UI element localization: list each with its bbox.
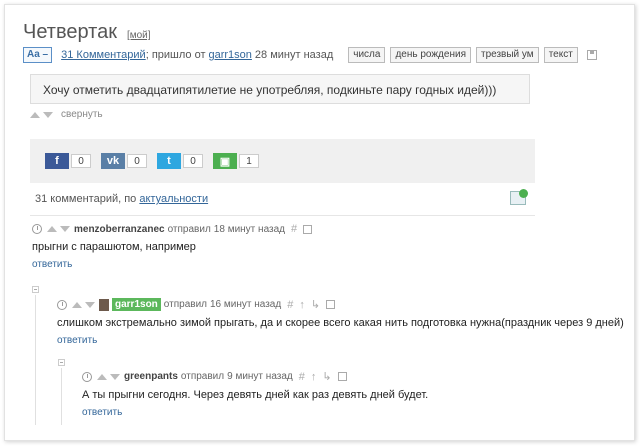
comment-time: 16 минут назад: [210, 299, 282, 310]
comments-count: 31 комментарий, по: [35, 193, 137, 205]
share-facebook[interactable]: f 0: [45, 153, 91, 169]
comment: greenpants отправил 9 минут назад # ↑ ↳ …: [82, 370, 428, 418]
check-icon: [519, 189, 528, 198]
tag[interactable]: числа: [348, 47, 386, 63]
thread-line: [61, 368, 62, 425]
font-size-button[interactable]: Aa –: [23, 47, 53, 63]
thread-line: [35, 295, 36, 425]
comment-action: отправил: [167, 223, 211, 235]
save-icon[interactable]: [586, 50, 597, 60]
page-frame: Четвертак [мой] Aa – 31 Комментарий ; пр…: [4, 4, 635, 441]
upvote-icon[interactable]: [97, 373, 107, 380]
reply-link[interactable]: ответить: [57, 335, 624, 346]
thread-link-icon[interactable]: ↳: [311, 298, 320, 311]
twitter-icon[interactable]: t: [157, 153, 181, 169]
share-save[interactable]: ▣ 1: [213, 153, 259, 169]
downvote-icon[interactable]: [110, 373, 120, 380]
upvote-icon[interactable]: [47, 226, 57, 232]
comment-body: прыгни с парашютом, например: [32, 241, 196, 253]
meta-sent-from: ; пришло от: [145, 49, 206, 61]
comment-time: 9 минут назад: [227, 371, 293, 382]
avatar[interactable]: [99, 298, 109, 311]
save-icon[interactable]: ▣: [213, 153, 237, 169]
post-time: 28 минут назад: [254, 49, 334, 61]
downvote-icon[interactable]: [85, 301, 95, 308]
comment-action: отправил: [163, 299, 207, 310]
comment: garr1son отправил 16 минут назад # ↑ ↳ с…: [57, 298, 624, 346]
thread-link-icon[interactable]: ↳: [322, 370, 331, 383]
comment-header: garr1son отправил 16 минут назад # ↑ ↳: [57, 298, 624, 311]
tag[interactable]: трезвый ум: [475, 47, 539, 63]
share-count: 0: [183, 154, 203, 168]
post-title: Четвертак: [23, 21, 117, 43]
save-icon[interactable]: [326, 300, 336, 309]
comment-body: слишком экстремально зимой прыгать, да и…: [57, 317, 624, 329]
share-count: 0: [127, 154, 147, 168]
mine-filter-link[interactable]: [мой]: [127, 30, 151, 41]
save-icon[interactable]: [337, 372, 347, 381]
divider: [30, 215, 535, 216]
share-vk[interactable]: vk 0: [101, 153, 147, 169]
comments-header: 31 комментарий, по актуальности: [35, 193, 208, 205]
comment-author[interactable]: menzoberranzanec: [74, 224, 165, 235]
comment: menzoberranzanec отправил 18 минут назад…: [32, 223, 313, 270]
sort-link[interactable]: актуальности: [139, 193, 208, 205]
comment-time: 18 минут назад: [213, 223, 285, 235]
reply-link[interactable]: ответить: [82, 407, 428, 418]
downvote-icon[interactable]: [60, 226, 70, 232]
post-vote-row: свернуть: [30, 109, 103, 120]
permalink-icon[interactable]: #: [287, 299, 293, 311]
permalink-icon[interactable]: #: [291, 223, 297, 235]
upvote-icon[interactable]: [30, 111, 40, 118]
parent-link-icon[interactable]: ↑: [311, 371, 317, 383]
permalink-icon[interactable]: #: [299, 371, 305, 383]
share-twitter[interactable]: t 0: [157, 153, 203, 169]
upvote-icon[interactable]: [72, 301, 82, 308]
share-bar: f 0 vk 0 t 0 ▣ 1: [30, 139, 535, 183]
save-icon[interactable]: [303, 224, 313, 234]
reply-link[interactable]: ответить: [32, 259, 312, 270]
post-author-link[interactable]: garr1son: [209, 49, 252, 61]
collapse-thread-icon[interactable]: [58, 359, 65, 366]
comment-body: А ты прыгни сегодня. Через девять дней к…: [82, 389, 429, 401]
comment-author[interactable]: greenpants: [124, 371, 178, 382]
facebook-icon[interactable]: f: [45, 153, 69, 169]
downvote-icon[interactable]: [43, 111, 53, 118]
clock-icon: [32, 224, 42, 234]
tag[interactable]: текст: [543, 47, 578, 63]
tag-list: числа день рождения трезвый ум текст: [348, 47, 578, 63]
clock-icon: [57, 299, 67, 310]
comment-header: greenpants отправил 9 минут назад # ↑ ↳: [82, 370, 428, 383]
comment-action: отправил: [180, 371, 225, 382]
collapse-thread-icon[interactable]: [32, 286, 39, 293]
post-body: Хочу отметить двадцатипятилетие не употр…: [30, 74, 530, 104]
tag[interactable]: день рождения: [390, 47, 471, 63]
share-count: 1: [239, 154, 259, 168]
comments-count-link[interactable]: 31 Комментарий: [61, 49, 146, 61]
post-title-row: Четвертак [мой]: [23, 21, 151, 44]
collapse-link[interactable]: свернуть: [61, 109, 103, 120]
vk-icon[interactable]: vk: [101, 153, 125, 169]
comment-author[interactable]: garr1son: [112, 298, 161, 311]
comment-header: menzoberranzanec отправил 18 минут назад…: [32, 223, 313, 235]
share-count: 0: [71, 154, 91, 168]
post-meta: Aa – 31 Комментарий ; пришло от garr1son…: [23, 47, 597, 63]
parent-link-icon[interactable]: ↑: [299, 299, 305, 311]
clock-icon: [82, 371, 92, 382]
